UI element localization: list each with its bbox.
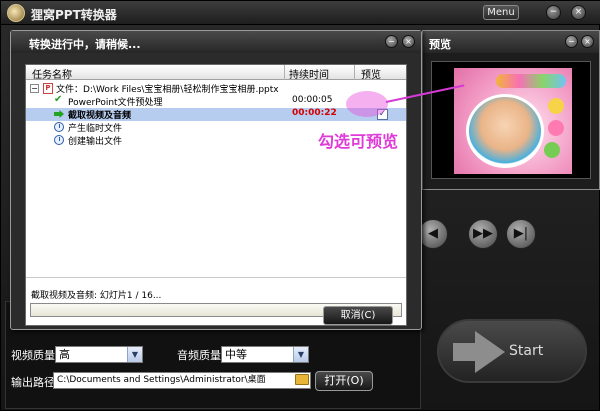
main-titlebar[interactable]: 狸窝PPT转换器 Menu − ×: [1, 1, 600, 25]
minimize-icon[interactable]: −: [546, 5, 561, 20]
minimize-icon[interactable]: −: [385, 35, 398, 48]
task-label: PowerPoint文件预处理: [68, 98, 163, 108]
conversion-dialog: 转换进行中，请稍候... − × 任务名称 持续时间 预览 − P 文件：D:\…: [10, 30, 422, 330]
close-icon[interactable]: ×: [571, 5, 586, 20]
baby-photo: [466, 94, 544, 168]
task-duration: 00:00:22: [292, 108, 337, 118]
cancel-button-label: 取消(C): [340, 310, 376, 321]
slide-title-art: [496, 74, 566, 88]
folder-icon[interactable]: [295, 374, 309, 385]
check-icon: ✔: [54, 94, 63, 105]
flower-decoration: [548, 98, 564, 114]
skip-end-icon[interactable]: ▶|: [506, 219, 536, 249]
dialog-titlebar[interactable]: 转换进行中，请稍候... − ×: [11, 31, 421, 53]
media-controls: ◀ ▶▶ ▶|: [418, 197, 551, 267]
open-button[interactable]: 打开(O): [315, 371, 373, 391]
video-quality-label: 视频质量:: [11, 349, 59, 362]
video-quality-select[interactable]: 高 ▼: [55, 346, 143, 363]
column-divider[interactable]: [354, 65, 355, 80]
cancel-button[interactable]: 取消(C): [323, 306, 393, 325]
audio-quality-value: 中等: [225, 348, 247, 361]
output-path-value: C:\Documents and Settings\Administrator\…: [57, 375, 266, 385]
column-divider[interactable]: [284, 65, 285, 80]
start-arrow-icon: [475, 331, 505, 373]
video-quality-value: 高: [59, 348, 70, 361]
file-row[interactable]: − P 文件：D:\Work Files\宝宝相册\轻松制作宝宝相册.pptx: [26, 82, 406, 95]
start-label: Start: [509, 343, 544, 359]
preview-window: 预览 − ×: [422, 30, 600, 190]
app-logo-icon: [7, 4, 25, 22]
task-list-header: 任务名称 持续时间 预览: [26, 65, 406, 81]
output-path-field[interactable]: C:\Documents and Settings\Administrator\…: [53, 372, 311, 389]
audio-quality-label: 音频质量:: [177, 349, 225, 362]
start-button[interactable]: Start: [437, 319, 587, 383]
green-arrow-icon: [54, 110, 64, 118]
menu-button-label: Menu: [487, 7, 515, 18]
column-task-name[interactable]: 任务名称: [32, 66, 72, 81]
close-icon[interactable]: ×: [581, 35, 594, 48]
slide-thumbnail: [454, 68, 572, 174]
clock-icon: [54, 122, 64, 132]
annotation-text: 勾选可预览: [318, 132, 399, 151]
ppt-file-icon: P: [43, 83, 53, 94]
start-arrow-icon-bar: [453, 343, 477, 361]
previous-icon[interactable]: ◀: [418, 219, 448, 249]
preview-title: 预览: [429, 38, 451, 51]
clock-icon: [54, 135, 64, 145]
app-title: 狸窝PPT转换器: [31, 8, 117, 22]
task-duration: 00:00:05: [292, 95, 333, 105]
chevron-down-icon: ▼: [293, 347, 308, 362]
annotation-highlight: [346, 91, 388, 117]
audio-quality-select[interactable]: 中等 ▼: [221, 346, 309, 363]
collapse-icon[interactable]: −: [30, 84, 39, 93]
preview-titlebar[interactable]: 预览 − ×: [423, 31, 599, 53]
column-preview[interactable]: 预览: [361, 66, 381, 81]
minimize-icon[interactable]: −: [565, 35, 578, 48]
task-label: 创建输出文件: [68, 137, 123, 147]
close-icon[interactable]: ×: [402, 35, 415, 48]
chevron-down-icon: ▼: [127, 347, 142, 362]
column-duration[interactable]: 持续时间: [289, 66, 329, 81]
fast-forward-icon[interactable]: ▶▶: [468, 219, 498, 249]
preview-frame: [431, 61, 591, 179]
task-label: 产生临时文件: [68, 124, 123, 134]
output-path-label: 输出路径:: [11, 376, 59, 389]
status-text: 截取视频及音频: 幻灯片1 / 16...: [31, 291, 162, 301]
task-label: 截取视频及音频: [68, 111, 132, 121]
menu-button[interactable]: Menu: [483, 5, 519, 20]
open-button-label: 打开(O): [324, 374, 364, 387]
dialog-title: 转换进行中，请稍候...: [29, 38, 141, 51]
file-row-label: 文件：D:\Work Files\宝宝相册\轻松制作宝宝相册.pptx: [56, 85, 279, 95]
